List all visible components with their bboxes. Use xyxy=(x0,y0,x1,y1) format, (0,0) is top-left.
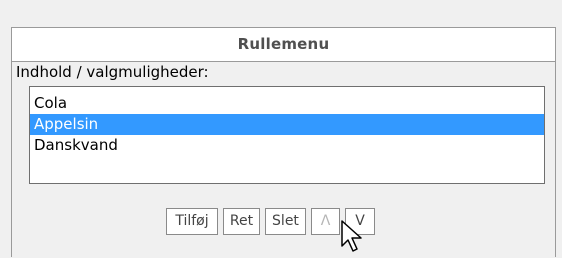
list-item-cola[interactable]: Cola xyxy=(30,93,544,114)
dropdown-config-panel: Rullemenu Indhold / valgmuligheder: Cola… xyxy=(11,27,556,258)
arrow-pointer-icon xyxy=(341,220,362,252)
list-item-danskvand[interactable]: Danskvand xyxy=(30,135,544,156)
delete-button[interactable]: Slet xyxy=(265,208,306,235)
button-row: Tilføj Ret Slet Λ V xyxy=(12,208,555,238)
add-button[interactable]: Tilføj xyxy=(166,208,218,235)
edit-button[interactable]: Ret xyxy=(223,208,260,235)
list-item-appelsin[interactable]: Appelsin xyxy=(30,114,544,135)
panel-body: Indhold / valgmuligheder: Cola Appelsin … xyxy=(12,62,555,258)
panel-title: Rullemenu xyxy=(12,28,555,62)
section-label: Indhold / valgmuligheder: xyxy=(16,63,209,81)
options-listbox[interactable]: Cola Appelsin Danskvand xyxy=(29,86,545,184)
move-up-button[interactable]: Λ xyxy=(311,208,340,235)
